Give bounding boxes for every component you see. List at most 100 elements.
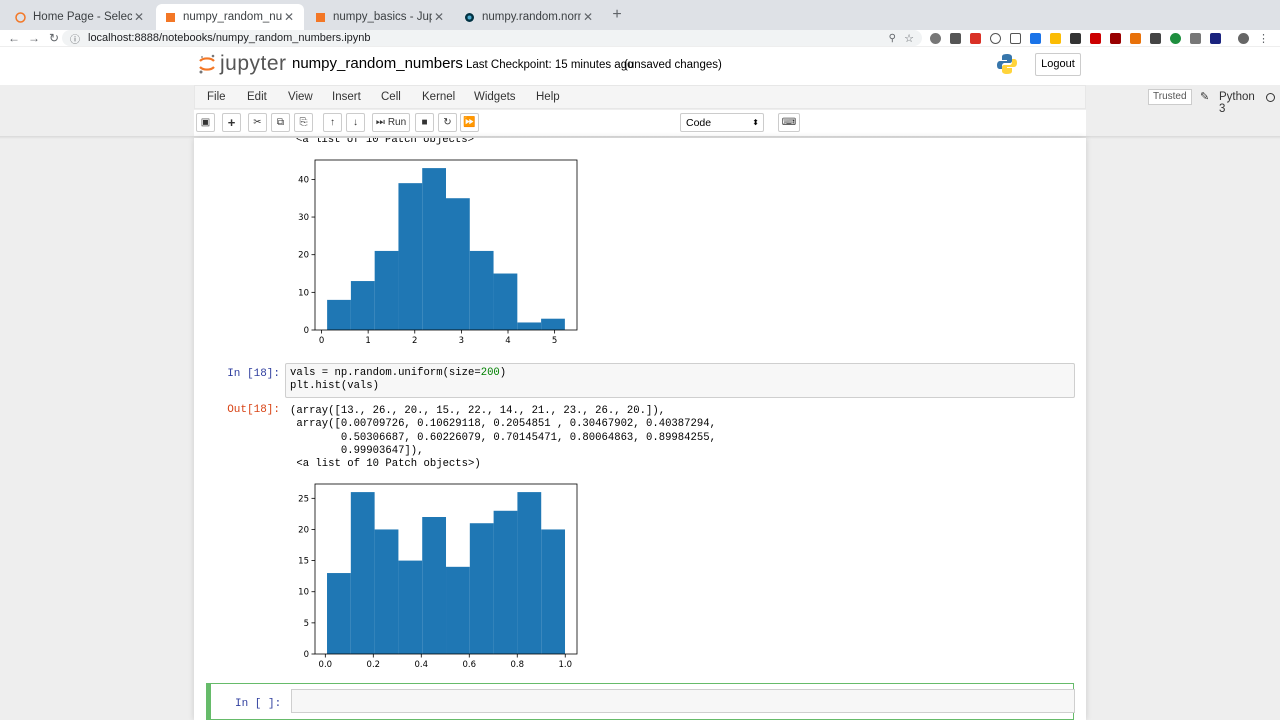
extension-icon[interactable] <box>950 32 961 44</box>
extension-icon[interactable] <box>1050 32 1061 44</box>
output-text: (array([13., 26., 20., 15., 22., 14., 21… <box>290 405 716 471</box>
gmail-icon[interactable] <box>970 32 981 44</box>
extension-icon[interactable] <box>1010 32 1021 44</box>
input-prompt: In [ ]: <box>235 698 282 710</box>
cell-type-select[interactable]: Code ⬍ <box>680 113 764 132</box>
menu-view[interactable]: View <box>288 91 313 103</box>
histogram-bar <box>374 529 399 654</box>
histogram-bar <box>350 281 375 330</box>
tab-label: Home Page - Select or create a <box>33 11 132 23</box>
new-tab-button[interactable]: + <box>609 7 625 23</box>
menu-edit[interactable]: Edit <box>247 91 267 103</box>
x-tick-label: 0.6 <box>463 660 477 670</box>
extension-icon[interactable] <box>1070 32 1081 44</box>
extension-icon[interactable] <box>1190 32 1201 44</box>
back-arrow-icon[interactable]: ← <box>4 31 24 45</box>
close-icon[interactable]: ✕ <box>432 10 446 24</box>
menu-file[interactable]: File <box>207 91 226 103</box>
output-prompt: Out[18]: <box>227 404 280 416</box>
extension-icon[interactable] <box>990 32 1001 44</box>
run-button[interactable]: ⏭ Run <box>372 113 410 132</box>
x-tick-label: 0.8 <box>510 660 524 670</box>
checkpoint-status: Last Checkpoint: 15 minutes ago <box>466 59 634 71</box>
close-icon[interactable]: ✕ <box>581 10 595 24</box>
menu-bar: File Edit View Insert Cell Kernel Widget… <box>194 85 1275 115</box>
restart-run-all-icon[interactable]: ⏩ <box>460 113 479 132</box>
histogram-bar <box>446 566 470 654</box>
output-line: 0.50306687, 0.60226079, 0.70145471, 0.80… <box>290 431 716 444</box>
url-field[interactable]: ⓘ localhost:8888/notebooks/numpy_random_… <box>62 30 922 46</box>
tab-numpy-basics[interactable]: numpy_basics - Jupyter Notebook ✕ <box>306 4 454 30</box>
trusted-badge[interactable]: Trusted <box>1148 89 1192 105</box>
menu-cell[interactable]: Cell <box>381 91 401 103</box>
info-icon[interactable]: ⓘ <box>70 31 80 46</box>
extension-icon[interactable] <box>1210 32 1221 44</box>
keyboard-icon[interactable]: ⌨ <box>778 113 800 132</box>
tab-home-page[interactable]: Home Page - Select or create a ✕ <box>6 4 154 30</box>
zoom-icon[interactable]: ⚲ <box>889 33 896 44</box>
histogram-bar <box>493 273 518 330</box>
restart-icon[interactable]: ↻ <box>438 113 457 132</box>
extension-icon[interactable] <box>1170 32 1181 44</box>
unsaved-status: (unsaved changes) <box>624 59 722 71</box>
extension-icon[interactable] <box>1030 32 1041 44</box>
histogram-bar <box>493 510 518 654</box>
tab-numpy-random-numbers[interactable]: numpy_random_numbers - Jupyter ✕ <box>156 4 304 30</box>
output-line: (array([13., 26., 20., 15., 22., 14., 21… <box>290 405 666 417</box>
jupyter-logo-text: jupyter <box>220 52 287 75</box>
menu-icon[interactable]: ⋮ <box>1258 32 1269 45</box>
save-icon[interactable]: ▣ <box>196 113 215 132</box>
output-line: 0.99903647]), <box>290 444 424 457</box>
menu-widgets[interactable]: Widgets <box>474 91 516 103</box>
cut-icon[interactable]: ✂ <box>248 113 267 132</box>
menu-kernel[interactable]: Kernel <box>422 91 455 103</box>
histogram-bar <box>517 322 542 330</box>
menu-insert[interactable]: Insert <box>332 91 361 103</box>
copy-icon[interactable]: ⧉ <box>271 113 290 132</box>
kernel-name[interactable]: Python 3 <box>1219 91 1255 115</box>
move-down-icon[interactable]: ↓ <box>346 113 365 132</box>
tab-label: numpy_random_numbers - Jupyter <box>183 11 282 23</box>
tab-numpy-random-normal[interactable]: numpy.random.normal — NumPy ✕ <box>455 4 603 30</box>
close-icon[interactable]: ✕ <box>132 10 146 24</box>
edit-pencil-icon[interactable]: ✎ <box>1200 90 1209 103</box>
notebook-container: <a list of 10 Patch objects> 0 1 2 3 4 5 0 10 20… <box>194 138 1086 720</box>
logout-button[interactable]: Logout <box>1035 53 1081 76</box>
code-cell-input[interactable] <box>291 689 1075 713</box>
histogram-bar <box>398 560 423 654</box>
avatar[interactable] <box>1238 32 1249 44</box>
cell-type-value: Code <box>686 116 712 129</box>
extension-icon[interactable] <box>930 32 941 44</box>
move-up-icon[interactable]: ↑ <box>323 113 342 132</box>
x-tick-label: 1 <box>365 336 370 346</box>
histogram-bar <box>350 492 375 654</box>
browser-tab-bar: Home Page - Select or create a ✕ numpy_r… <box>0 0 1280 30</box>
close-icon[interactable]: ✕ <box>282 10 296 24</box>
new-code-cell[interactable]: In [ ]: <box>206 683 1075 720</box>
y-tick-label: 30 <box>298 213 309 223</box>
forward-arrow-icon[interactable]: → <box>24 31 44 45</box>
y-tick-label: 5 <box>304 619 309 629</box>
histogram-bar <box>374 250 399 330</box>
rss-icon[interactable] <box>1130 32 1141 44</box>
menu-help[interactable]: Help <box>536 91 560 103</box>
interrupt-icon[interactable]: ■ <box>415 113 434 132</box>
extension-icon[interactable] <box>1110 32 1121 44</box>
notebook-name[interactable]: numpy_random_numbers <box>292 55 463 72</box>
star-icon[interactable]: ☆ <box>904 32 914 45</box>
input-prompt: In [18]: <box>227 368 280 380</box>
code-line-2: plt.hist(vals) <box>290 380 380 393</box>
histogram-bar <box>446 198 470 330</box>
histogram-bar <box>469 250 494 330</box>
jupyter-logo[interactable]: jupyter <box>198 52 287 76</box>
extension-icon[interactable] <box>1090 32 1101 44</box>
extension-icon[interactable] <box>1150 32 1161 44</box>
histogram-bar <box>398 183 423 330</box>
histogram-bar <box>469 523 494 654</box>
kernel-status-icon <box>1266 93 1275 102</box>
insert-cell-icon[interactable]: + <box>222 113 241 132</box>
histogram-bar <box>541 529 566 654</box>
reload-icon[interactable]: ↻ <box>44 31 64 45</box>
paste-icon[interactable]: ⎘ <box>294 113 313 132</box>
code-cell-input[interactable]: vals = np.random.uniform(size=200) plt.h… <box>285 363 1075 398</box>
